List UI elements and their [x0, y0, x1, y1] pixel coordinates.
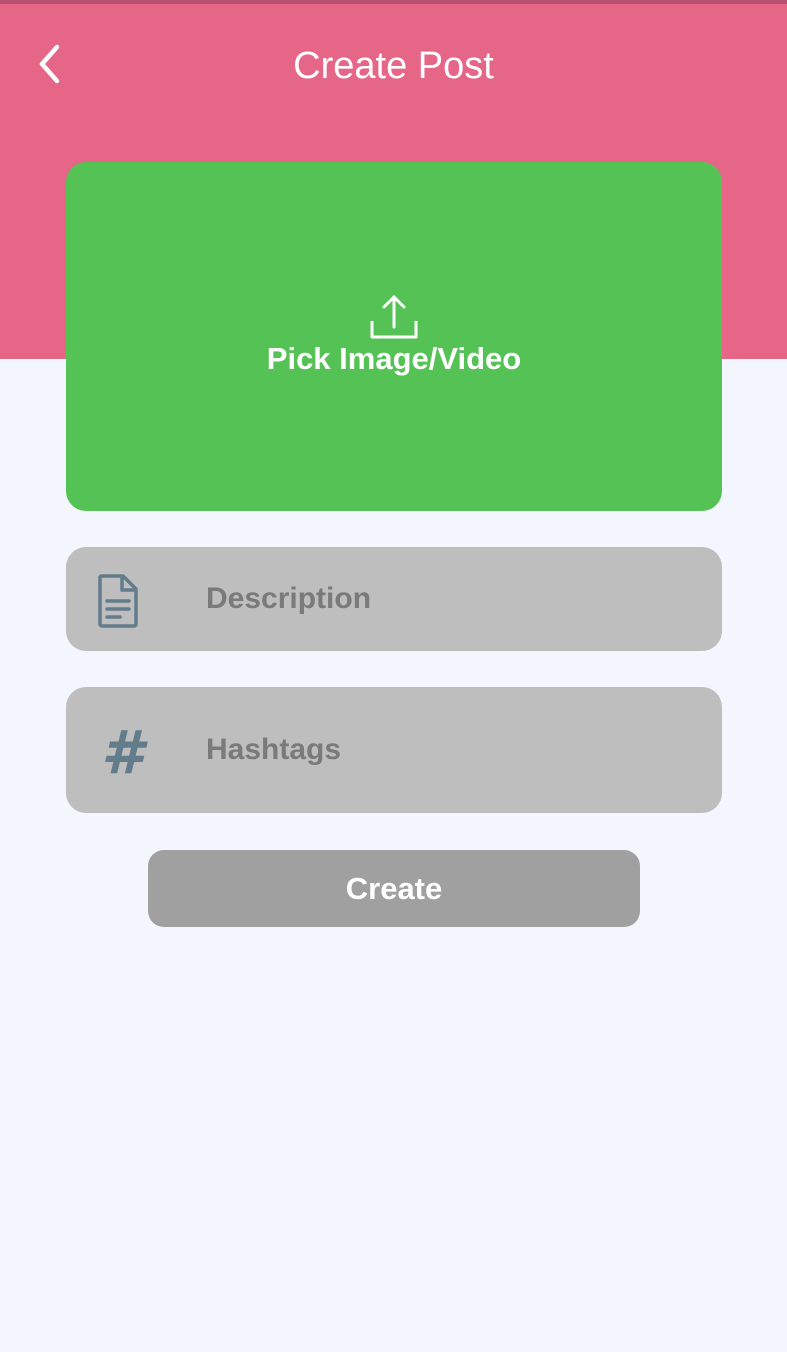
hashtag-icon: # — [94, 718, 150, 788]
description-field[interactable]: Description — [66, 547, 722, 651]
page-title: Create Post — [293, 45, 494, 87]
hashtag-glyph: # — [101, 718, 143, 788]
pick-media-label: Pick Image/Video — [266, 340, 522, 376]
document-icon — [94, 573, 142, 629]
create-post-screen: Create Post Pick Image/Video Description… — [0, 0, 787, 1352]
description-placeholder: Description — [206, 582, 372, 615]
hashtags-placeholder: Hashtags — [206, 733, 342, 766]
upload-icon — [370, 295, 418, 338]
hashtags-field[interactable]: # Hashtags — [66, 687, 722, 813]
create-button[interactable]: Create — [148, 850, 640, 927]
pick-media-button[interactable]: Pick Image/Video — [66, 162, 722, 511]
